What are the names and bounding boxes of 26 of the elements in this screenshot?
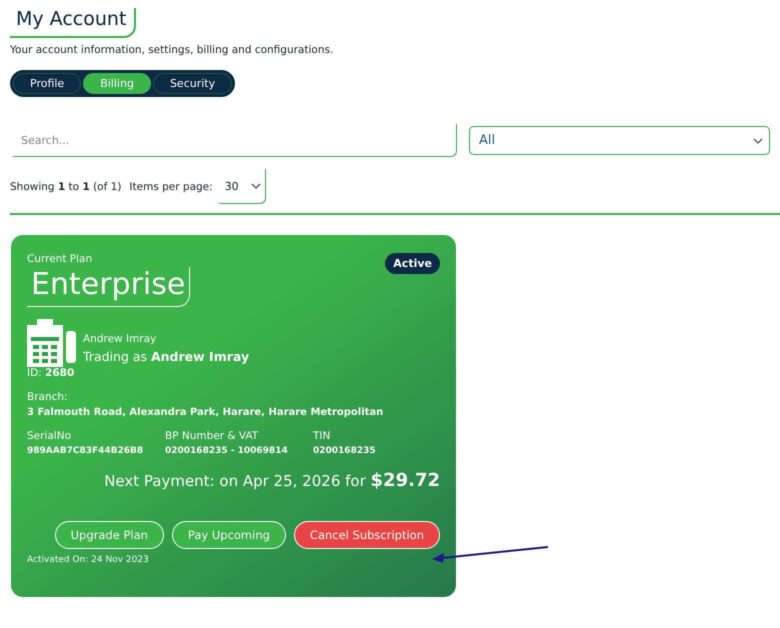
tab[interactable]: Security: [152, 73, 232, 94]
search-field[interactable]: Search...: [13, 124, 457, 157]
status-select[interactable]: All: [469, 126, 770, 155]
items-per-page-label: Items per page:: [129, 180, 213, 192]
plan-action-button[interactable]: Cancel Subscription: [294, 520, 440, 548]
branch-label: Branch:: [27, 390, 69, 402]
tab[interactable]: Profile: [13, 73, 82, 94]
page-subtitle: Your account information, settings, billing and configurations.: [10, 44, 334, 56]
customer-id: ID: 2680: [27, 366, 76, 378]
field-value: 0200168235 - 10069814: [165, 446, 289, 456]
field-label: TIN: [313, 430, 332, 442]
status-badge: Active: [385, 252, 440, 274]
showing-count: Showing 1 to 1 (of 1): [10, 180, 122, 192]
branch-address: 3 Falmouth Road, Alexandra Park, Harare, Harare Metropolitan: [27, 406, 384, 418]
trading-name: Trading as Andrew Imray: [83, 348, 250, 364]
items-per-page-select[interactable]: 30: [218, 169, 266, 204]
activation-date: Activated On: 24 Nov 2023: [27, 554, 150, 564]
page-title: My Account: [16, 8, 126, 30]
plan-name: Enterprise: [31, 266, 186, 302]
plan-label: Current Plan: [27, 252, 94, 264]
field-value: 0200168235: [313, 446, 376, 456]
field-label: SerialNo: [27, 430, 72, 442]
customer-name: Andrew Imray: [83, 332, 158, 344]
field-value: 989AAB7C83F44B26B8: [27, 446, 144, 456]
next-payment: Next Payment: on Apr 25, 2026 for $29.72: [103, 470, 440, 490]
field-label: BP Number & VAT: [165, 430, 260, 442]
